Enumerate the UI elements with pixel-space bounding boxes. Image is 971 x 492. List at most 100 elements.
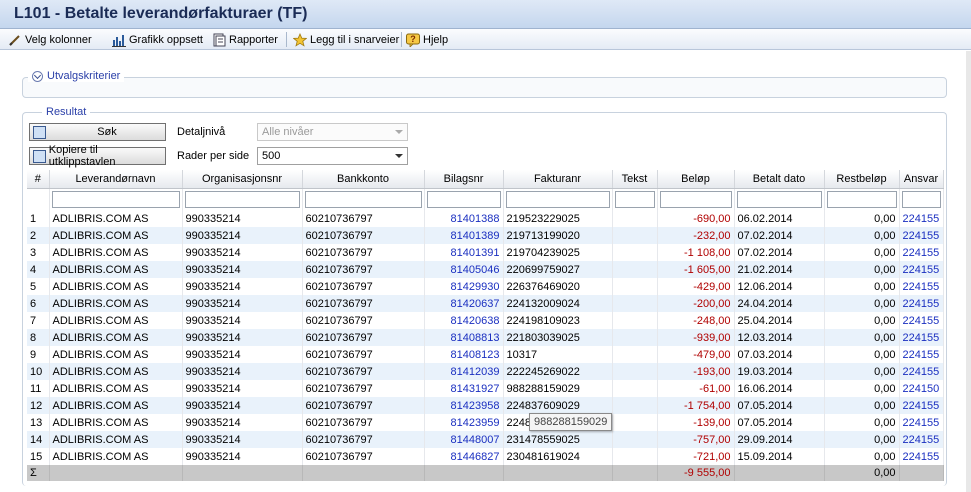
grafikk-oppsett-button[interactable]: Grafikk oppsett xyxy=(112,31,203,48)
voucher-link-cell[interactable]: 81401391 xyxy=(424,244,504,261)
table-row[interactable]: 10 ADLIBRIS.COM AS 990335214 60210736797 814… xyxy=(27,363,944,380)
voucher-link-cell[interactable]: 81429930 xyxy=(424,278,504,295)
table-row[interactable]: 5 ADLIBRIS.COM AS 990335214 60210736797 8142… xyxy=(27,278,944,295)
amount-cell: -721,00 xyxy=(657,448,735,465)
table-row[interactable]: 7 ADLIBRIS.COM AS 990335214 60210736797 8142… xyxy=(27,312,944,329)
legg-til-snarveier-button[interactable]: Legg til i snarveier xyxy=(292,31,399,48)
voucher-link-cell[interactable]: 81446827 xyxy=(424,448,504,465)
dropdown-arrow-icon xyxy=(395,154,403,158)
column-header[interactable]: Fakturanr xyxy=(503,170,613,189)
table-row[interactable]: 2 ADLIBRIS.COM AS 990335214 60210736797 8140… xyxy=(27,227,944,244)
column-header[interactable]: Organisasjonsnr xyxy=(182,170,303,189)
column-filter-input[interactable] xyxy=(51,190,180,208)
responsibility-link-cell[interactable]: 224155 xyxy=(899,448,944,465)
responsibility-link-cell[interactable]: 224155 xyxy=(899,414,944,431)
bank-account-cell: 60210736797 xyxy=(302,431,425,448)
column-filter-input[interactable] xyxy=(304,190,422,208)
responsibility-link-cell[interactable]: 224155 xyxy=(899,329,944,346)
voucher-link-cell[interactable]: 81401389 xyxy=(424,227,504,244)
responsibility-link-cell[interactable]: 224155 xyxy=(899,346,944,363)
table-row[interactable]: 14 ADLIBRIS.COM AS 990335214 60210736797 814… xyxy=(27,431,944,448)
responsibility-link-cell[interactable]: 224155 xyxy=(899,397,944,414)
vertical-scrollbar[interactable] xyxy=(966,51,971,492)
table-row[interactable]: 15 ADLIBRIS.COM AS 990335214 60210736797 814… xyxy=(27,448,944,465)
org-number-cell: 990335214 xyxy=(182,210,303,227)
text-cell xyxy=(612,312,658,329)
column-filter-input[interactable] xyxy=(659,190,732,208)
table-body: 1 ADLIBRIS.COM AS 990335214 60210736797 8140… xyxy=(27,210,944,481)
table-row[interactable]: 9 ADLIBRIS.COM AS 990335214 60210736797 8140… xyxy=(27,346,944,363)
column-filter-input[interactable] xyxy=(826,190,897,208)
table-row[interactable]: 1 ADLIBRIS.COM AS 990335214 60210736797 8140… xyxy=(27,210,944,227)
table-row[interactable]: 11 ADLIBRIS.COM AS 990335214 60210736797 814… xyxy=(27,380,944,397)
detail-level-select[interactable]: Alle nivåer xyxy=(257,123,408,141)
voucher-link-cell[interactable]: 81420637 xyxy=(424,295,504,312)
table-row[interactable]: 4 ADLIBRIS.COM AS 990335214 60210736797 8140… xyxy=(27,261,944,278)
voucher-link-cell[interactable]: 81423959 xyxy=(424,414,504,431)
invoice-number-cell: 10317 xyxy=(503,346,613,363)
responsibility-link-cell[interactable]: 224155 xyxy=(899,261,944,278)
responsibility-link-cell[interactable]: 224150 xyxy=(899,380,944,397)
table-row[interactable]: 13 ADLIBRIS.COM AS 990335214 60210736797 814… xyxy=(27,414,944,431)
row-number-cell: 2 xyxy=(27,227,50,244)
column-header[interactable]: Beløp xyxy=(657,170,735,189)
responsibility-link-cell[interactable]: 224155 xyxy=(899,227,944,244)
column-header[interactable]: Bilagsnr xyxy=(424,170,504,189)
responsibility-link-cell[interactable]: 224155 xyxy=(899,210,944,227)
column-header[interactable]: Ansvar xyxy=(899,170,944,189)
velg-kolonner-label: Velg kolonner xyxy=(25,33,92,46)
copy-clipboard-button[interactable]: Kopiere til utklippstavlen xyxy=(29,144,166,168)
filter-cell xyxy=(734,188,825,210)
rows-per-page-select[interactable]: 500 xyxy=(257,147,408,165)
search-button[interactable]: Søk xyxy=(29,123,166,141)
text-cell xyxy=(612,346,658,363)
voucher-link-cell[interactable]: 81408813 xyxy=(424,329,504,346)
remaining-amount-cell: 0,00 xyxy=(824,397,900,414)
column-filter-input[interactable] xyxy=(614,190,655,208)
column-filter-input[interactable] xyxy=(426,190,501,208)
voucher-link-cell[interactable]: 81420638 xyxy=(424,312,504,329)
invoice-number-cell: 219704239025 xyxy=(503,244,613,261)
voucher-link-cell[interactable]: 81423958 xyxy=(424,397,504,414)
column-filter-input[interactable] xyxy=(736,190,822,208)
voucher-link-cell[interactable]: 81405046 xyxy=(424,261,504,278)
filter-row xyxy=(27,188,944,210)
column-filter-input[interactable] xyxy=(901,190,941,208)
responsibility-link-cell[interactable]: 224155 xyxy=(899,312,944,329)
column-filter-input[interactable] xyxy=(184,190,300,208)
column-header[interactable]: Bankkonto xyxy=(302,170,425,189)
paid-date-cell: 06.02.2014 xyxy=(734,210,825,227)
column-filter-input[interactable] xyxy=(505,190,610,208)
responsibility-link-cell[interactable]: 224155 xyxy=(899,295,944,312)
voucher-link-cell[interactable]: 81401388 xyxy=(424,210,504,227)
criteria-toggle[interactable]: Utvalgskriterier xyxy=(28,70,125,82)
rapporter-button[interactable]: Rapporter xyxy=(212,31,278,48)
column-header[interactable]: Tekst xyxy=(612,170,658,189)
responsibility-link-cell[interactable]: 224155 xyxy=(899,431,944,448)
column-header[interactable]: Leverandørnavn xyxy=(49,170,183,189)
row-number-cell: 11 xyxy=(27,380,50,397)
bank-account-cell: 60210736797 xyxy=(302,329,425,346)
voucher-link-cell[interactable]: 81408123 xyxy=(424,346,504,363)
voucher-link-cell[interactable]: 81412039 xyxy=(424,363,504,380)
responsibility-link-cell[interactable]: 224155 xyxy=(899,244,944,261)
column-header[interactable]: Betalt dato xyxy=(734,170,825,189)
criteria-legend-label: Utvalgskriterier xyxy=(47,70,121,82)
voucher-link-cell[interactable]: 81431927 xyxy=(424,380,504,397)
table-row[interactable]: 6 ADLIBRIS.COM AS 990335214 60210736797 8142… xyxy=(27,295,944,312)
paid-date-cell: 07.05.2014 xyxy=(734,397,825,414)
voucher-link-cell[interactable]: 81448007 xyxy=(424,431,504,448)
column-header[interactable]: Restbeløp xyxy=(824,170,900,189)
bank-account-cell: 60210736797 xyxy=(302,397,425,414)
supplier-name-cell: ADLIBRIS.COM AS xyxy=(49,431,183,448)
velg-kolonner-button[interactable]: Velg kolonner xyxy=(8,31,92,48)
responsibility-link-cell[interactable]: 224155 xyxy=(899,278,944,295)
hjelp-button[interactable]: ? Hjelp xyxy=(406,31,448,48)
paid-date-cell: 19.03.2014 xyxy=(734,363,825,380)
table-row[interactable]: 8 ADLIBRIS.COM AS 990335214 60210736797 8140… xyxy=(27,329,944,346)
table-row[interactable]: 3 ADLIBRIS.COM AS 990335214 60210736797 8140… xyxy=(27,244,944,261)
amount-cell: -248,00 xyxy=(657,312,735,329)
responsibility-link-cell[interactable]: 224155 xyxy=(899,363,944,380)
column-header[interactable]: # xyxy=(27,170,50,189)
table-row[interactable]: 12 ADLIBRIS.COM AS 990335214 60210736797 814… xyxy=(27,397,944,414)
